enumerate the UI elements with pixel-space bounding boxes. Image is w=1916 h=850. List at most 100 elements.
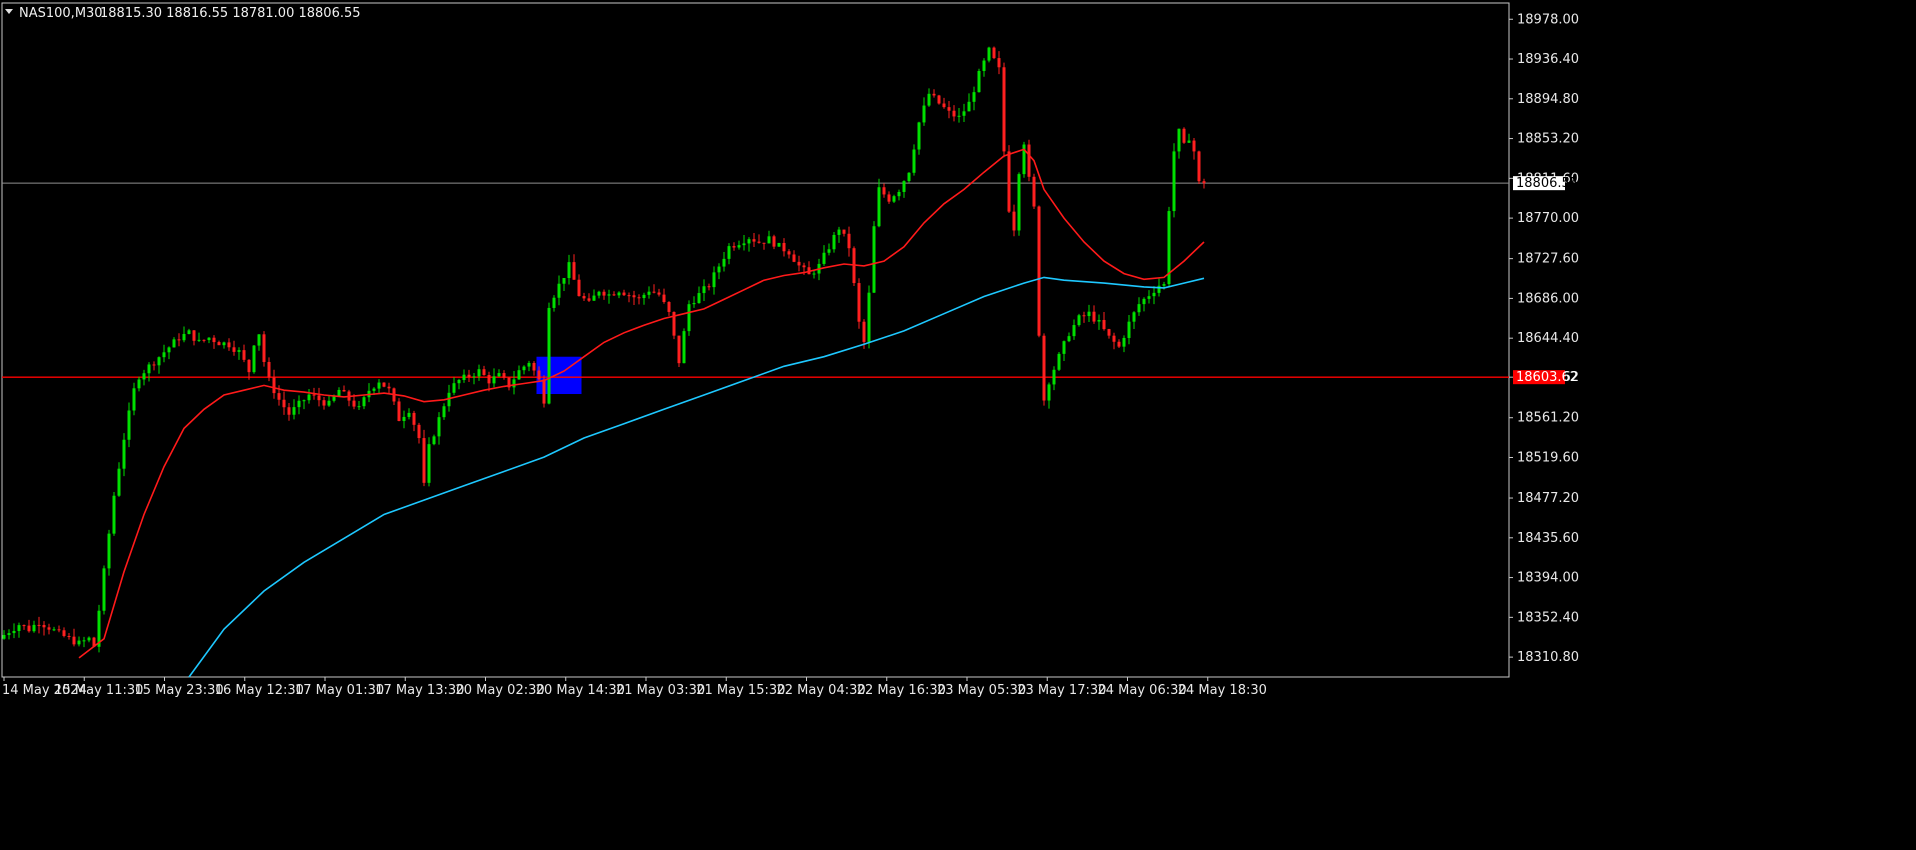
- candle-body: [87, 637, 91, 641]
- x-tick-label: 21 May 15:30: [696, 683, 785, 698]
- candle-body: [222, 342, 226, 346]
- candle-body: [582, 296, 586, 299]
- level-price-tag-label: 18603.62: [1516, 370, 1578, 385]
- candle-body: [902, 181, 906, 192]
- candle: [777, 242, 781, 247]
- x-tick-label: 23 May 05:30: [937, 683, 1026, 698]
- candle-body: [1177, 128, 1181, 152]
- candle-body: [177, 339, 181, 341]
- candle: [907, 172, 911, 183]
- candle-body: [217, 342, 221, 346]
- candle-body: [922, 105, 926, 123]
- candle-body: [352, 400, 356, 407]
- candle-body: [882, 187, 886, 195]
- candle-body: [872, 226, 876, 293]
- candle-body: [362, 397, 366, 407]
- candle-body: [412, 412, 416, 425]
- candle-body: [47, 627, 51, 630]
- candle-body: [707, 286, 711, 288]
- x-tick-label: 23 May 17:30: [1017, 683, 1106, 698]
- candle: [547, 302, 551, 405]
- candle-body: [537, 370, 541, 380]
- y-tick-label: 18727.60: [1517, 252, 1579, 267]
- candle-body: [697, 293, 701, 304]
- candle-body: [632, 295, 636, 298]
- y-tick-label: 18644.40: [1517, 331, 1579, 346]
- candle-body: [962, 111, 966, 116]
- candle-body: [382, 382, 386, 387]
- candle-body: [597, 291, 601, 296]
- candle-body: [822, 252, 826, 264]
- candle-body: [867, 292, 871, 342]
- candle: [262, 331, 266, 367]
- candle-body: [862, 321, 866, 342]
- candle: [857, 278, 861, 329]
- candle-body: [427, 444, 431, 483]
- candle: [992, 46, 996, 60]
- candle: [1057, 352, 1061, 372]
- candle-body: [812, 273, 816, 275]
- candle-body: [592, 295, 596, 301]
- candle-body: [152, 364, 156, 366]
- candle-body: [167, 347, 171, 353]
- candle-body: [1042, 335, 1046, 401]
- candle-body: [897, 191, 901, 197]
- candle-body: [1002, 67, 1006, 152]
- candle: [1182, 127, 1186, 144]
- candle-body: [1052, 369, 1056, 385]
- candle-body: [327, 400, 331, 406]
- candle-body: [122, 439, 126, 469]
- candle-body: [67, 636, 71, 638]
- candle-body: [302, 400, 306, 402]
- candle-body: [27, 625, 31, 632]
- candle-body: [927, 93, 931, 106]
- candle-body: [957, 115, 961, 117]
- candle-body: [1187, 140, 1191, 143]
- candle-body: [712, 272, 716, 288]
- candle: [1077, 313, 1081, 327]
- plot-area[interactable]: [0, 0, 1916, 850]
- candle-body: [622, 292, 626, 296]
- ohlc-readout: 18815.30 18816.55 18781.00 18806.55: [100, 6, 361, 21]
- candle-body: [692, 303, 696, 305]
- candle-body: [272, 377, 276, 394]
- candle-body: [32, 624, 36, 632]
- candle-body: [562, 278, 566, 284]
- candle-body: [502, 373, 506, 378]
- candle-body: [977, 71, 981, 93]
- candle-body: [682, 331, 686, 364]
- candle-body: [492, 376, 496, 384]
- candle-body: [967, 101, 971, 112]
- candle-body: [577, 279, 581, 297]
- candle-body: [837, 229, 841, 235]
- candle-body: [1192, 140, 1196, 152]
- candle-body: [932, 93, 936, 96]
- candle-body: [192, 330, 196, 341]
- candle-body: [952, 110, 956, 117]
- candle-body: [1012, 211, 1016, 231]
- x-tick-label: 24 May 06:30: [1098, 683, 1187, 698]
- trading-chart[interactable]: 18978.0018936.4018894.8018853.2018811.60…: [0, 0, 1916, 850]
- candle-body: [717, 266, 721, 273]
- candle-body: [752, 239, 756, 242]
- candle-body: [607, 294, 611, 296]
- candle-body: [132, 388, 136, 411]
- x-tick-label: 22 May 04:30: [777, 683, 866, 698]
- x-tick-label: 20 May 14:30: [536, 683, 625, 698]
- candle-body: [1062, 341, 1066, 354]
- y-tick-label: 18435.60: [1517, 531, 1579, 546]
- candle-body: [397, 401, 401, 421]
- candle-body: [777, 242, 781, 247]
- candle-body: [117, 468, 121, 496]
- candle: [1197, 150, 1201, 184]
- candle-body: [2, 635, 6, 639]
- candle-body: [257, 334, 261, 346]
- candle-body: [657, 292, 661, 295]
- candle-body: [587, 298, 591, 301]
- candle-body: [732, 246, 736, 248]
- candle-body: [317, 395, 321, 401]
- candle-body: [892, 196, 896, 202]
- candle-body: [162, 352, 166, 358]
- candle-body: [267, 361, 271, 378]
- candle-body: [7, 633, 11, 636]
